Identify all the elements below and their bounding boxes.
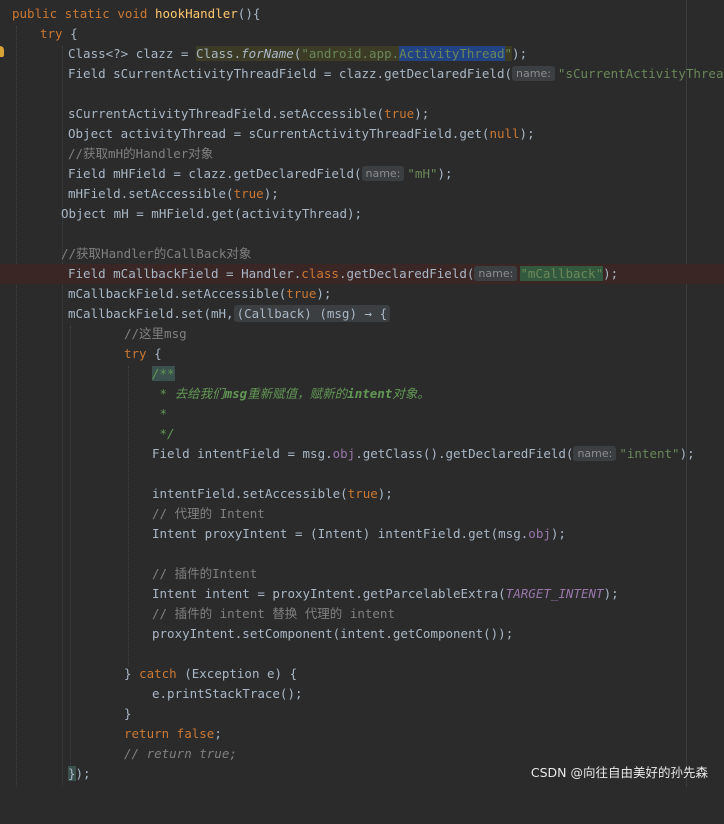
code-line: Intent proxyIntent = (Intent) intentFiel…: [152, 526, 566, 541]
code-line: Class<?> clazz = Class.forName("android.…: [68, 46, 528, 61]
code-comment: //这里msg: [124, 326, 187, 341]
code-line: } catch (Exception e) {: [124, 666, 298, 681]
code-comment: // return true;: [124, 746, 237, 761]
code-line: try {: [124, 346, 162, 361]
code-comment: // 插件的Intent: [152, 566, 258, 581]
parameter-hint: name:: [361, 166, 405, 181]
doc-comment: * 去给我们msg重新赋值，赋新的intent对象。: [152, 386, 430, 401]
doc-comment: */: [152, 426, 175, 441]
code-line: mCallbackField.setAccessible(true);: [68, 286, 332, 301]
code-line: Object mH = mHField.get(activityThread);: [61, 206, 363, 221]
code-line: sCurrentActivityThreadField.setAccessibl…: [68, 106, 430, 121]
method-name: hookHandler: [155, 6, 238, 21]
code-line: Intent intent = proxyIntent.getParcelabl…: [152, 586, 619, 601]
code-line: try {: [40, 26, 78, 41]
watermark: CSDN @向往自由美好的孙先森: [530, 765, 708, 780]
code-line: intentField.setAccessible(true);: [152, 486, 393, 501]
code-line: return false;: [124, 726, 222, 741]
code-line: Field intentField = msg.obj.getClass().g…: [152, 446, 695, 461]
code-line: Field sCurrentActivityThreadField = claz…: [68, 66, 724, 81]
doc-comment: *: [152, 406, 168, 421]
code-comment: //获取mH的Handler对象: [68, 146, 214, 161]
lambda-fold[interactable]: (Callback) (msg) → {: [233, 305, 391, 322]
parameter-hint: name:: [512, 66, 555, 81]
code-line-highlighted: Field mCallbackField = Handler.class.get…: [0, 264, 724, 284]
code-comment: //获取Handler的CallBack对象: [61, 246, 252, 261]
code-line: proxyIntent.setComponent(intent.getCompo…: [152, 626, 514, 641]
code-comment: // 插件的 intent 替换 代理的 intent: [152, 606, 395, 621]
code-line: mCallbackField.set(mH, (Callback) (msg) →…: [0, 304, 724, 324]
code-line: mHField.setAccessible(true);: [68, 186, 279, 201]
code-line: e.printStackTrace();: [152, 686, 303, 701]
doc-comment: /**: [152, 366, 175, 381]
code-line: }: [124, 706, 132, 721]
code-comment: // 代理的 Intent: [152, 506, 265, 521]
parameter-hint: name:: [474, 266, 518, 281]
parameter-hint: name:: [573, 446, 617, 461]
code-line: Object activityThread = sCurrentActivity…: [68, 126, 535, 141]
code-line: public static void hookHandler(){: [12, 6, 261, 21]
code-editor[interactable]: public static void hookHandler(){ try { …: [0, 0, 724, 787]
code-line: Field mHField = clazz.getDeclaredField(n…: [68, 166, 453, 181]
